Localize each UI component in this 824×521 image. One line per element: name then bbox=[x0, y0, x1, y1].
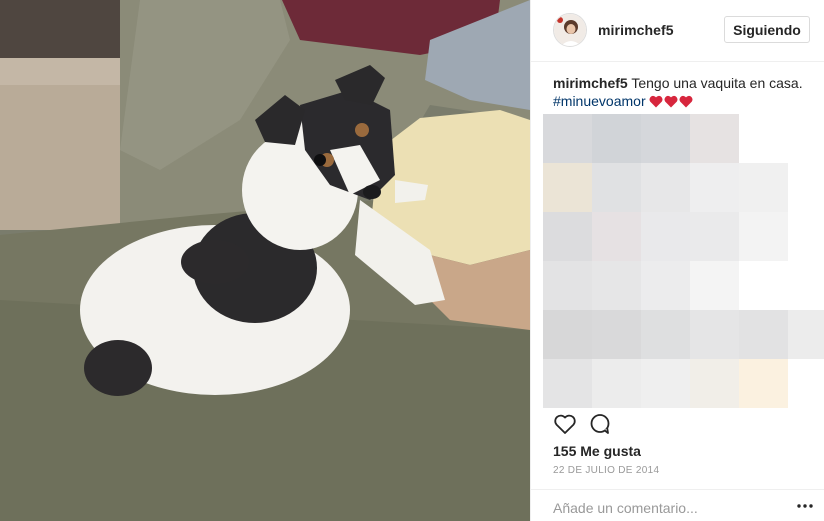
profile-avatar-icon bbox=[554, 14, 586, 46]
heart-outline-icon[interactable] bbox=[553, 412, 577, 436]
avatar[interactable] bbox=[553, 13, 587, 47]
caption-hashtag[interactable]: #minuevoamor bbox=[553, 93, 646, 109]
pixelated-comments bbox=[543, 114, 824, 408]
post-caption: mirimchef5 Tengo una vaquita en casa. #m… bbox=[553, 74, 815, 110]
comment-bar bbox=[531, 489, 824, 521]
instagram-post: mirimchef5 Siguiendo mirimchef5 Tengo un… bbox=[0, 0, 824, 521]
comment-bubble-icon[interactable] bbox=[588, 412, 612, 436]
post-photo[interactable] bbox=[0, 0, 530, 521]
puppy-photo bbox=[0, 0, 530, 521]
post-date: 22 DE JULIO DE 2014 bbox=[553, 465, 660, 476]
header-username[interactable]: mirimchef5 bbox=[598, 22, 674, 38]
following-button[interactable]: Siguiendo bbox=[724, 16, 810, 43]
comment-input[interactable] bbox=[553, 496, 773, 520]
caption-text: Tengo una vaquita en casa. bbox=[631, 75, 803, 91]
red-heart-emoji-icon bbox=[649, 95, 693, 108]
post-actions bbox=[553, 412, 813, 436]
post-sidebar: mirimchef5 Siguiendo mirimchef5 Tengo un… bbox=[530, 0, 824, 521]
more-options-icon[interactable] bbox=[793, 498, 817, 514]
like-count[interactable]: 155 Me gusta bbox=[553, 443, 641, 459]
caption-username[interactable]: mirimchef5 bbox=[553, 75, 628, 91]
post-header: mirimchef5 Siguiendo bbox=[531, 0, 824, 62]
